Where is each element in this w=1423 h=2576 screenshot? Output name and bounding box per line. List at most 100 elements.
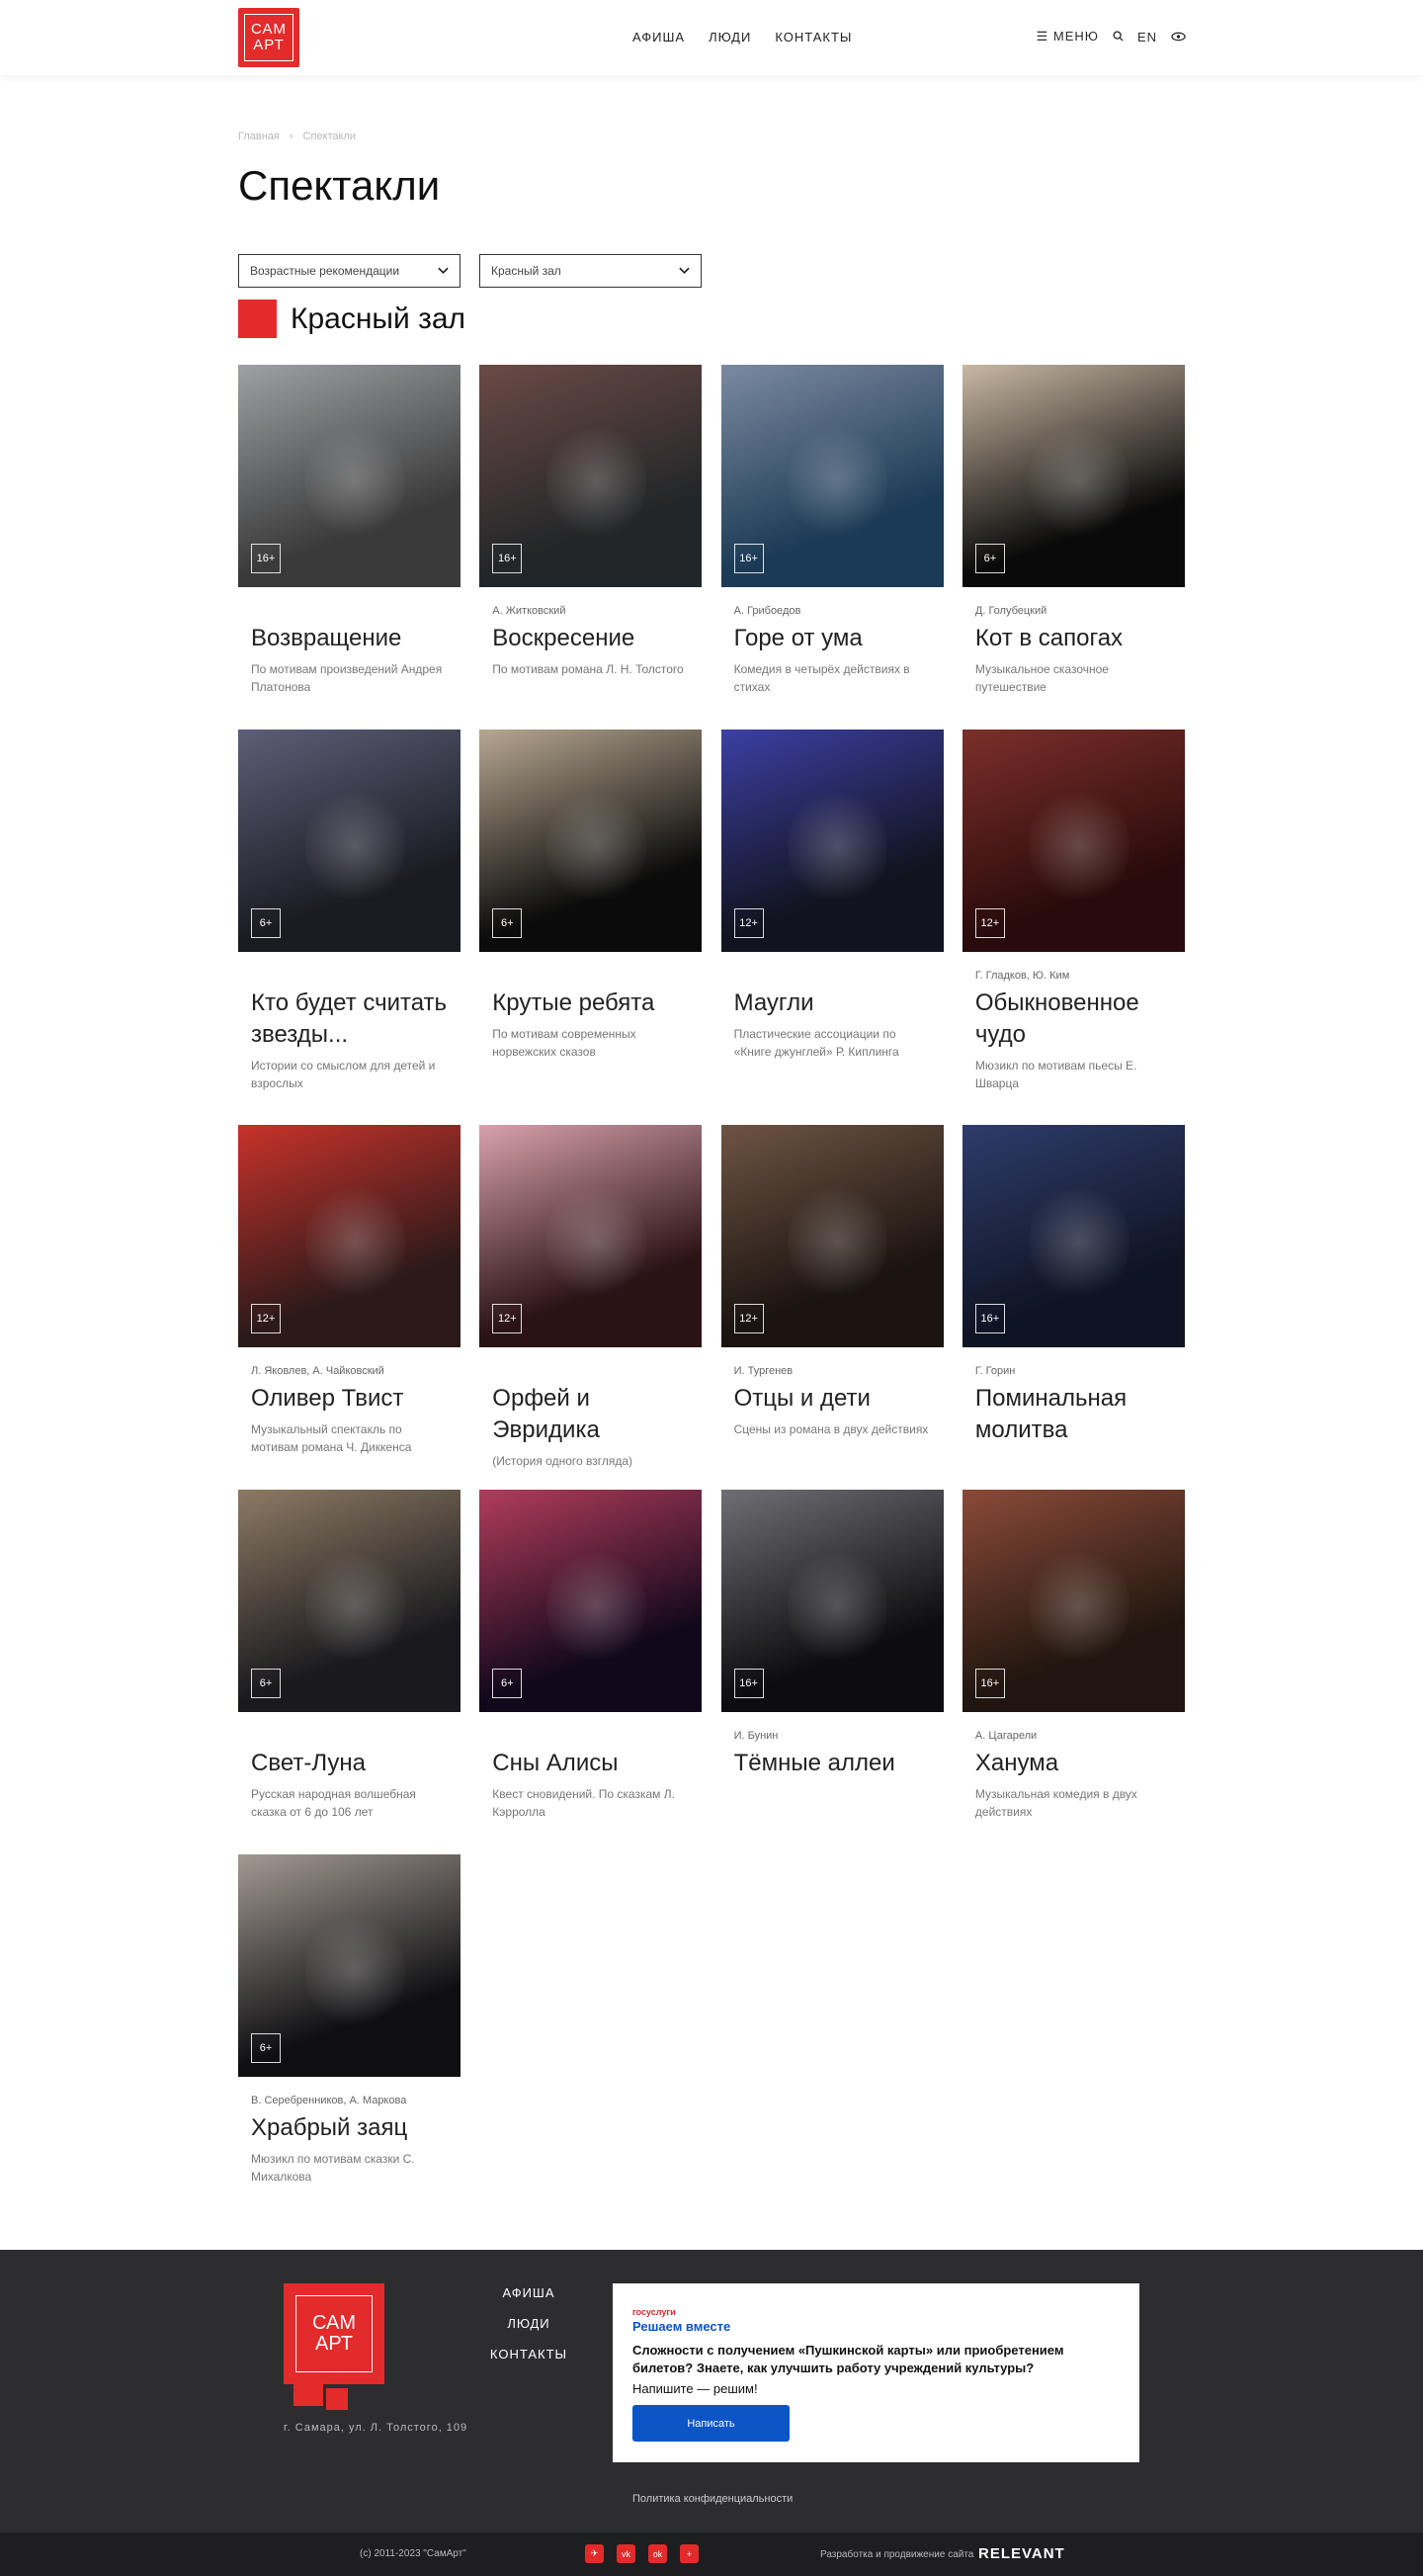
performance-photo[interactable]: 12+ <box>238 1125 460 1347</box>
performance-title[interactable]: Храбрый заяц <box>251 2112 448 2144</box>
performance-photo[interactable]: 12+ <box>962 730 1185 952</box>
performance-card[interactable]: 12+ Орфей и Эвридика (История одного взгля… <box>479 1125 703 1470</box>
menu-label: МЕНЮ <box>1052 29 1099 43</box>
performance-card[interactable]: 12+ Г. Гладков, Ю. Ким Обыкновенное чудо Мю… <box>962 730 1185 1092</box>
performance-title[interactable]: Оливер Твист <box>251 1383 448 1415</box>
performance-title[interactable]: Ханума <box>975 1748 1172 1779</box>
vk-icon[interactable]: vk <box>617 2544 635 2563</box>
performance-description: Музыкальная комедия в двух действиях <box>974 1787 1137 1819</box>
performance-title[interactable]: Воскресение <box>492 623 689 654</box>
nav-contacts[interactable]: КОНТАКТЫ <box>775 30 852 44</box>
age-filter-value: Возрастные рекомендации <box>250 264 400 278</box>
performance-title[interactable]: Маугли <box>734 987 931 1019</box>
performance-photo[interactable]: 6+ <box>962 365 1185 587</box>
age-filter-select[interactable]: Возрастные рекомендации <box>238 254 460 288</box>
footer-logo-text-top: САМ <box>311 2312 356 2334</box>
performance-description: По мотивам романа Л. Н. Толстого <box>492 662 684 676</box>
performance-title[interactable]: Крутые ребята <box>492 987 689 1019</box>
performance-photo[interactable]: 12+ <box>479 1125 703 1347</box>
footer-logo-text-bottom: АРТ <box>315 2333 353 2355</box>
age-badge: 12+ <box>251 1304 281 1333</box>
performance-title[interactable]: Возвращение <box>251 623 448 654</box>
stage-light <box>304 785 405 907</box>
performance-title[interactable]: Орфей и Эвридика <box>492 1383 689 1446</box>
performance-photo[interactable]: 16+ <box>238 365 460 587</box>
performance-title[interactable]: Кто будет считать звезды... <box>251 987 448 1051</box>
performance-card[interactable]: 12+ И. Тургенев Отцы и дети Сцены из романа… <box>720 1125 944 1438</box>
plus-icon[interactable]: + <box>680 2544 699 2563</box>
ok-icon[interactable]: ok <box>648 2544 667 2563</box>
gos-subtitle: Решаем вместе <box>632 2319 731 2334</box>
performance-title[interactable]: Поминальная молитва <box>975 1383 1172 1446</box>
performance-card[interactable]: 16+ Возвращение По мотивам произведений Ан… <box>238 365 460 696</box>
performance-title[interactable]: Тёмные аллеи <box>734 1748 931 1779</box>
performance-photo[interactable]: 16+ <box>962 1125 1185 1347</box>
performance-photo[interactable]: 12+ <box>720 730 944 952</box>
footer-nav-people[interactable]: ЛЮДИ <box>489 2316 568 2331</box>
performance-card[interactable]: 6+ В. Серебренников, А. Маркова Храбрый за… <box>238 1854 460 2186</box>
performance-description: По мотивам произведений Андрея Платонова <box>251 662 443 694</box>
performance-photo[interactable]: 16+ <box>720 1490 944 1712</box>
site-footer: САМ АРТ АФИША ЛЮДИ КОНТАКТЫ г. Самара, ул… <box>0 2250 1423 2533</box>
telegram-icon[interactable]: ✈ <box>585 2544 604 2563</box>
performance-photo[interactable]: 16+ <box>962 1490 1185 1712</box>
performance-card[interactable]: 16+ И. Бунин Тёмные аллеи <box>720 1490 944 1785</box>
social-links: ✈ vk ok + <box>585 2544 699 2563</box>
performance-card[interactable]: 16+ А. Цагарели Ханума Музыкальная комедия … <box>962 1490 1185 1821</box>
breadcrumb-current: Спектакли <box>302 130 357 142</box>
performance-description: Комедия в четырёх действиях в стихах <box>733 662 910 694</box>
write-button[interactable]: Написать <box>632 2405 790 2442</box>
footer-nav-afisha[interactable]: АФИША <box>489 2285 568 2300</box>
performance-photo[interactable]: 6+ <box>238 1490 460 1712</box>
performance-photo[interactable]: 12+ <box>720 1125 944 1347</box>
performance-card[interactable]: 6+ Крутые ребята По мотивам современных но… <box>479 730 703 1061</box>
hall-filter-select[interactable]: Красный зал <box>479 254 702 288</box>
performance-title[interactable]: Отцы и дети <box>734 1383 931 1415</box>
performance-photo[interactable]: 6+ <box>238 1854 460 2077</box>
developer-credit: Разработка и продвижение сайта <box>820 2549 974 2560</box>
lang-switch[interactable]: EN <box>1137 30 1157 44</box>
performance-title[interactable]: Горе от ума <box>734 623 931 654</box>
performance-card[interactable]: 6+ Сны Алисы Квест сновидений. По сказкам … <box>479 1490 703 1821</box>
performance-card[interactable]: 16+ А. Житковский Воскресение По мотивам ро… <box>479 365 703 678</box>
performance-photo[interactable]: 16+ <box>479 365 703 587</box>
search-icon[interactable] <box>1113 30 1124 44</box>
performance-title[interactable]: Кот в сапогах <box>975 623 1172 654</box>
logo[interactable]: САМ АРТ <box>238 8 299 67</box>
stage-light <box>788 1180 888 1303</box>
performance-title[interactable]: Обыкновенное чудо <box>975 987 1172 1051</box>
footer-logo[interactable]: САМ АРТ <box>284 2283 384 2384</box>
menu-button[interactable]: ☰ МЕНЮ <box>1037 29 1099 44</box>
breadcrumb-home[interactable]: Главная <box>238 130 280 142</box>
performance-card[interactable]: 12+ Маугли Пластические ассоциации по «Кни… <box>720 730 944 1061</box>
performance-card[interactable]: 16+ Г. Горин Поминальная молитва <box>962 1125 1185 1452</box>
developer-logo[interactable]: RELEVANT <box>978 2545 1065 2562</box>
stage-light <box>304 1545 405 1668</box>
gosuslugi-widget: госуслуги Решаем вместе Сложности с полу… <box>613 2283 1139 2462</box>
performance-description: Музыкальное сказочное путешествие <box>974 662 1109 694</box>
performance-card[interactable]: 6+ Кто будет считать звезды... Истории со … <box>238 730 460 1092</box>
performance-author: И. Тургенев <box>733 1365 794 1377</box>
eye-icon[interactable] <box>1171 30 1186 44</box>
performance-author: Д. Голубецкий <box>974 605 1047 617</box>
performance-card[interactable]: 6+ Свет-Луна Русская народная волшебная ск… <box>238 1490 460 1821</box>
performance-photo[interactable]: 6+ <box>238 730 460 952</box>
nav-afisha[interactable]: АФИША <box>632 30 685 44</box>
hall-title: Красный зал <box>291 301 466 335</box>
privacy-link[interactable]: Политика конфиденциальности <box>632 2493 793 2505</box>
performance-card[interactable]: 16+ А. Грибоедов Горе от ума Комедия в четы… <box>720 365 944 696</box>
nav-people[interactable]: ЛЮДИ <box>709 30 751 44</box>
performance-photo[interactable]: 6+ <box>479 730 703 952</box>
copyright: (c) 2011-2023 "СамАрт" <box>360 2548 466 2559</box>
footer-nav-contacts[interactable]: КОНТАКТЫ <box>489 2347 568 2361</box>
performance-title[interactable]: Сны Алисы <box>492 1748 689 1779</box>
performance-title[interactable]: Свет-Луна <box>251 1748 448 1779</box>
performance-card[interactable]: 12+ Л. Яковлев, А. Чайковский Оливер Твист… <box>238 1125 460 1456</box>
performance-photo[interactable]: 6+ <box>479 1490 703 1712</box>
performance-photo[interactable]: 16+ <box>720 365 944 587</box>
performance-author: Г. Горин <box>974 1365 1016 1377</box>
main-nav: АФИША ЛЮДИ КОНТАКТЫ <box>632 30 852 44</box>
performance-description: Сцены из романа в двух действиях <box>733 1422 929 1436</box>
performance-card[interactable]: 6+ Д. Голубецкий Кот в сапогах Музыкальное … <box>962 365 1185 696</box>
performance-description: Квест сновидений. По сказкам Л. Кэрролла <box>492 1787 675 1819</box>
